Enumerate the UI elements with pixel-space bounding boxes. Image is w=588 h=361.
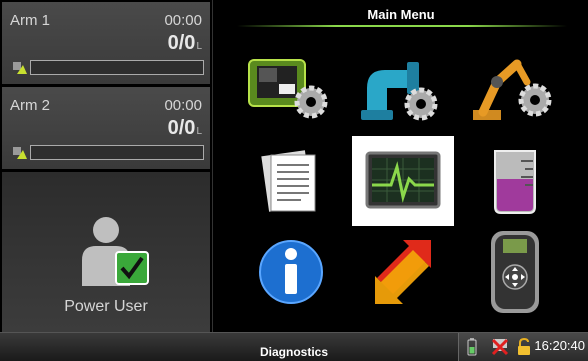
clock: 16:20:40 bbox=[534, 338, 585, 353]
menu-piping-settings-button[interactable] bbox=[353, 46, 453, 134]
battery-icon bbox=[467, 338, 477, 356]
arm-name: Arm 1 bbox=[10, 12, 51, 29]
arm-volume: 0/0L bbox=[168, 32, 202, 55]
status-bar: Diagnostics 16:20:40 bbox=[0, 332, 588, 361]
arm-timer: 00:00 bbox=[164, 97, 202, 114]
left-panel: Arm 1 00:00 0/0L Arm 2 00:00 0/0L Power … bbox=[0, 0, 211, 332]
unlocked-lock-icon bbox=[518, 338, 530, 355]
arm-progress-bar bbox=[30, 145, 204, 160]
menu-diagnostics-button[interactable] bbox=[352, 136, 454, 226]
arm-timer: 00:00 bbox=[164, 12, 202, 29]
flow-indicator-icon bbox=[13, 62, 27, 74]
arm-volume: 0/0L bbox=[168, 117, 202, 140]
main-menu: Main Menu bbox=[212, 0, 588, 332]
handheld-controller-icon bbox=[491, 231, 539, 313]
documents-icon bbox=[261, 150, 316, 212]
arm-progress-bar bbox=[30, 60, 204, 75]
info-icon bbox=[259, 240, 323, 304]
arm-name: Arm 2 bbox=[10, 97, 51, 114]
flow-indicator-icon bbox=[13, 147, 27, 159]
robot-arm-settings-icon bbox=[473, 59, 552, 120]
menu-robot-arm-settings-button[interactable] bbox=[465, 46, 565, 134]
menu-handheld-button[interactable] bbox=[465, 228, 565, 316]
beaker-icon bbox=[494, 150, 536, 214]
arm-volume-unit: L bbox=[196, 126, 202, 137]
arm-volume-unit: L bbox=[196, 41, 202, 52]
arm-1-panel[interactable]: Arm 1 00:00 0/0L bbox=[2, 2, 210, 84]
arm-volume-value: 0/0 bbox=[167, 32, 196, 54]
page-title: Main Menu bbox=[367, 7, 435, 22]
user-panel[interactable]: Power User bbox=[2, 172, 210, 332]
system-tray: 16:20:40 bbox=[458, 333, 588, 361]
network-icon bbox=[491, 338, 509, 356]
transfer-arrows-icon bbox=[375, 240, 431, 304]
title-underline bbox=[237, 25, 567, 27]
piping-settings-icon bbox=[361, 62, 438, 121]
device-settings-icon bbox=[248, 59, 328, 119]
menu-beaker-button[interactable] bbox=[465, 137, 565, 225]
menu-device-settings-button[interactable] bbox=[241, 46, 341, 134]
arm-2-panel[interactable]: Arm 2 00:00 0/0L bbox=[2, 87, 210, 169]
menu-documents-button[interactable] bbox=[241, 137, 341, 225]
menu-info-button[interactable] bbox=[241, 228, 341, 316]
menu-transfer-button[interactable] bbox=[353, 228, 453, 316]
diagnostics-monitor-icon bbox=[365, 151, 441, 209]
user-check-icon bbox=[82, 217, 149, 286]
arm-volume-value: 0/0 bbox=[167, 117, 196, 139]
user-role-label: Power User bbox=[64, 298, 148, 315]
